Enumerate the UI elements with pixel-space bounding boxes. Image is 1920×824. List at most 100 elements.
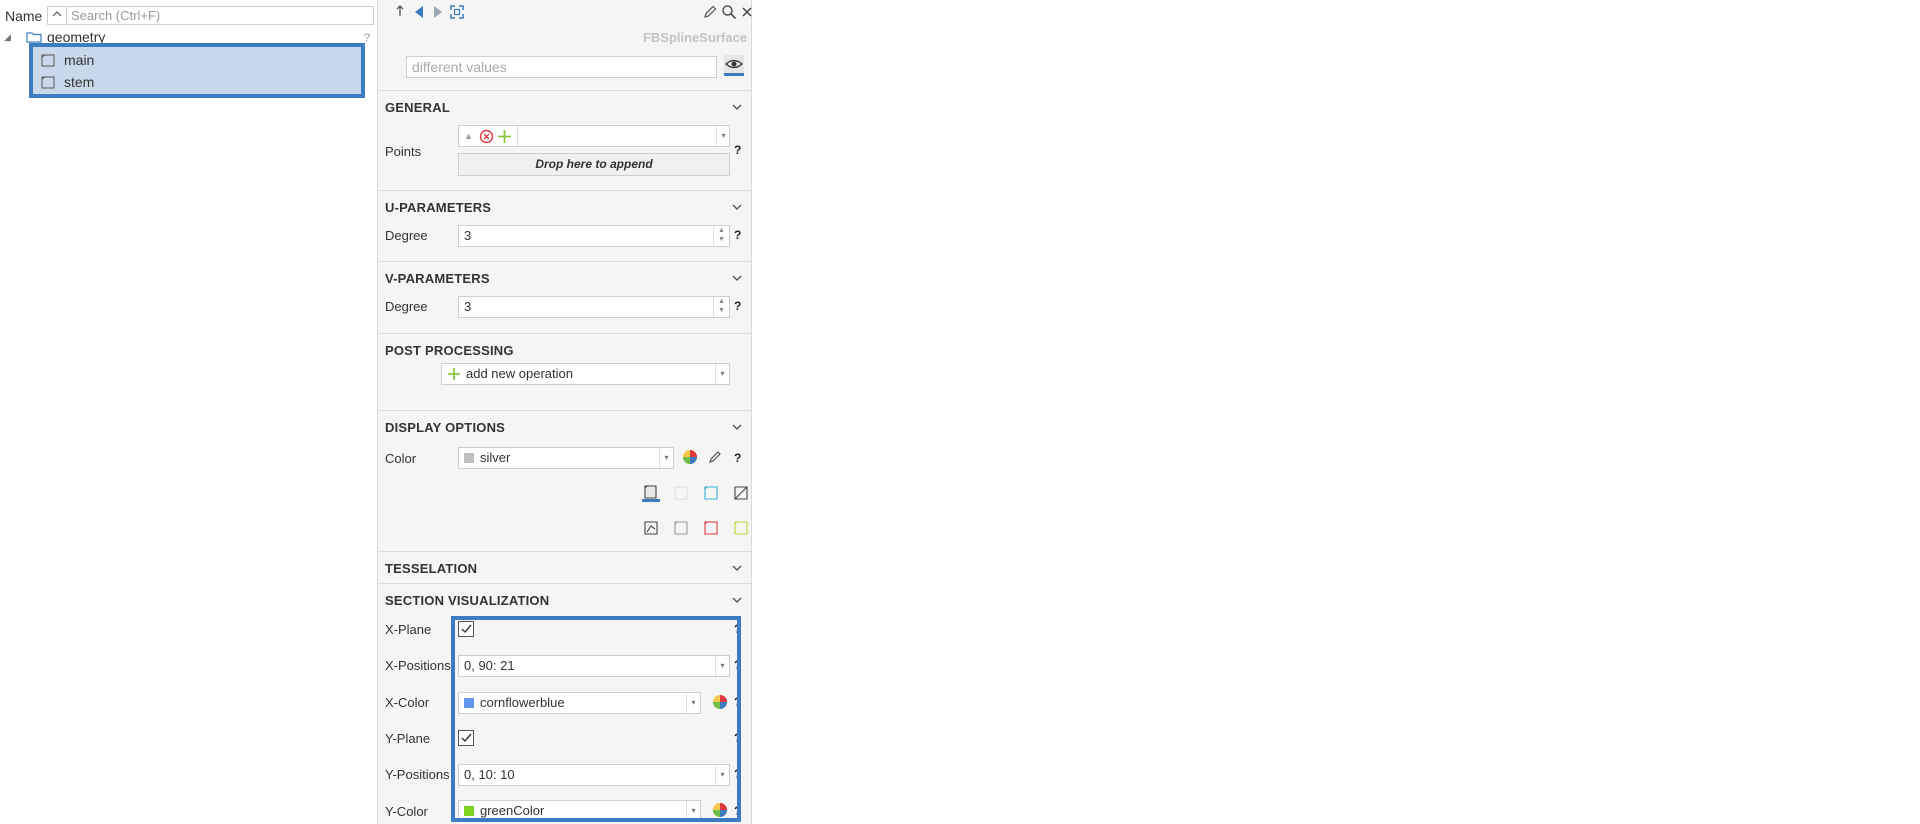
tree-search-input[interactable]: [66, 6, 374, 25]
points-label: Points: [385, 144, 422, 159]
cyan-surface-icon[interactable]: [702, 484, 720, 502]
y-color-label: Y-Color: [385, 804, 428, 819]
section-general-header[interactable]: GENERAL: [378, 90, 752, 122]
section-title: GENERAL: [385, 100, 450, 115]
chevron-down-icon[interactable]: [731, 272, 743, 284]
edit-pencil-icon[interactable]: [702, 4, 718, 20]
folder-icon: [26, 32, 42, 43]
points-list-field[interactable]: ▲▼ ▾: [458, 125, 730, 161]
add-operation-label: add new operation: [466, 366, 573, 381]
dropdown-arrow-icon[interactable]: ▾: [659, 448, 673, 468]
yellow-surface-icon[interactable]: [732, 519, 750, 537]
help-icon[interactable]: ?: [734, 695, 741, 709]
section-display-options-header[interactable]: DISPLAY OPTIONS: [378, 410, 752, 442]
tree-node-stem[interactable]: stem: [41, 72, 359, 92]
chevron-down-icon[interactable]: [731, 562, 743, 574]
help-icon[interactable]: ?: [734, 767, 741, 781]
color-wheel-icon[interactable]: [712, 694, 728, 710]
fit-view-icon[interactable]: [449, 4, 465, 20]
chevron-down-icon[interactable]: [731, 594, 743, 606]
section-visualization-header[interactable]: SECTION VISUALIZATION: [378, 583, 752, 615]
column-name-header[interactable]: Name: [5, 8, 42, 24]
tree-node-label: stem: [64, 74, 95, 90]
y-plane-label: Y-Plane: [385, 731, 431, 746]
plain-surface-icon[interactable]: [672, 519, 690, 537]
x-positions-field[interactable]: 0, 90: 21 ▾: [458, 655, 730, 677]
y-color-value: greenColor: [480, 803, 545, 818]
object-class-label: FBSplineSurface: [642, 30, 747, 45]
section-title: TESSELATION: [385, 561, 478, 576]
add-operation-dropdown[interactable]: add new operation ▾: [441, 363, 730, 385]
chevron-up-icon: [52, 11, 62, 17]
transparent-surface-icon[interactable]: [672, 484, 690, 502]
y-plane-checkbox[interactable]: [458, 730, 474, 746]
wireframe-surface-icon[interactable]: [732, 484, 750, 502]
help-icon[interactable]: ?: [734, 658, 741, 672]
search-icon[interactable]: [721, 4, 737, 20]
checkmark-icon: [461, 624, 472, 634]
x-color-dropdown[interactable]: cornflowerblue ▾: [458, 692, 701, 714]
y-color-dropdown[interactable]: greenColor ▾: [458, 800, 701, 822]
red-surface-icon[interactable]: [702, 519, 720, 537]
color-value: silver: [480, 450, 511, 465]
close-icon[interactable]: [739, 4, 755, 20]
pin-icon[interactable]: [392, 4, 408, 20]
help-icon[interactable]: ?: [734, 804, 741, 818]
remove-icon[interactable]: [479, 129, 494, 144]
section-title: SECTION VISUALIZATION: [385, 593, 550, 608]
section-u-parameters-header[interactable]: U-PARAMETERS: [378, 190, 752, 222]
spin-arrows-icon[interactable]: ▲ ▼: [713, 297, 729, 317]
dropdown-arrow-icon[interactable]: ▾: [715, 765, 729, 785]
forward-arrow-icon[interactable]: [430, 4, 446, 20]
color-swatch: [464, 806, 474, 816]
section-tesselation-header[interactable]: TESSELATION: [378, 551, 752, 583]
x-plane-checkbox[interactable]: [458, 621, 474, 637]
help-icon[interactable]: ?: [734, 451, 741, 465]
sort-toggle-button[interactable]: [47, 6, 66, 25]
section-title: V-PARAMETERS: [385, 271, 490, 286]
back-arrow-icon[interactable]: [411, 4, 427, 20]
points-drop-zone[interactable]: Drop here to append: [458, 153, 730, 176]
x-positions-value: 0, 90: 21: [464, 658, 515, 673]
color-wheel-icon[interactable]: [682, 449, 698, 465]
dropdown-arrow-icon[interactable]: ▾: [715, 364, 729, 384]
chevron-down-icon[interactable]: [731, 421, 743, 433]
dropdown-arrow-icon[interactable]: ▾: [686, 693, 700, 713]
curve-surface-icon[interactable]: [642, 519, 660, 537]
shaded-mode-button[interactable]: [642, 484, 660, 502]
dropdown-arrow-icon[interactable]: ▾: [716, 126, 730, 146]
tree-node-main[interactable]: main: [41, 50, 359, 70]
color-wheel-icon[interactable]: [712, 802, 728, 818]
x-positions-label: X-Positions: [385, 658, 451, 673]
section-visualization-highlight: [451, 616, 741, 822]
surface-icon: [41, 76, 55, 88]
section-title: POST PROCESSING: [385, 343, 514, 358]
section-title: U-PARAMETERS: [385, 200, 492, 215]
u-degree-spinbox[interactable]: 3 ▲ ▼: [458, 225, 730, 247]
y-positions-field[interactable]: 0, 10: 10 ▾: [458, 764, 730, 786]
dropdown-arrow-icon[interactable]: ▾: [686, 801, 700, 821]
points-selector[interactable]: ▾: [517, 126, 730, 146]
spin-arrows-icon[interactable]: ▲ ▼: [713, 226, 729, 246]
v-degree-label: Degree: [385, 299, 428, 314]
help-icon[interactable]: ?: [734, 622, 741, 636]
help-icon[interactable]: ?: [734, 731, 741, 745]
x-color-label: X-Color: [385, 695, 430, 710]
help-icon[interactable]: ?: [734, 143, 741, 157]
section-v-parameters-header[interactable]: V-PARAMETERS: [378, 261, 752, 293]
scene-tree-panel: Name ? ◢ geometry main stem: [0, 0, 378, 824]
color-dropdown[interactable]: silver ▾: [458, 447, 674, 469]
object-name-field[interactable]: different values: [406, 56, 717, 78]
chevron-down-icon[interactable]: [731, 101, 743, 113]
add-icon[interactable]: [497, 129, 512, 144]
chevron-down-icon[interactable]: [731, 201, 743, 213]
section-title: DISPLAY OPTIONS: [385, 420, 506, 435]
help-icon[interactable]: ?: [734, 299, 741, 313]
expand-triangle-icon[interactable]: ◢: [4, 32, 18, 43]
eyedropper-icon[interactable]: [707, 449, 723, 465]
v-degree-spinbox[interactable]: 3 ▲ ▼: [458, 296, 730, 318]
section-post-processing-header[interactable]: POST PROCESSING: [378, 333, 752, 365]
visibility-toggle-button[interactable]: [724, 55, 744, 76]
dropdown-arrow-icon[interactable]: ▾: [715, 656, 729, 676]
help-icon[interactable]: ?: [734, 228, 741, 242]
